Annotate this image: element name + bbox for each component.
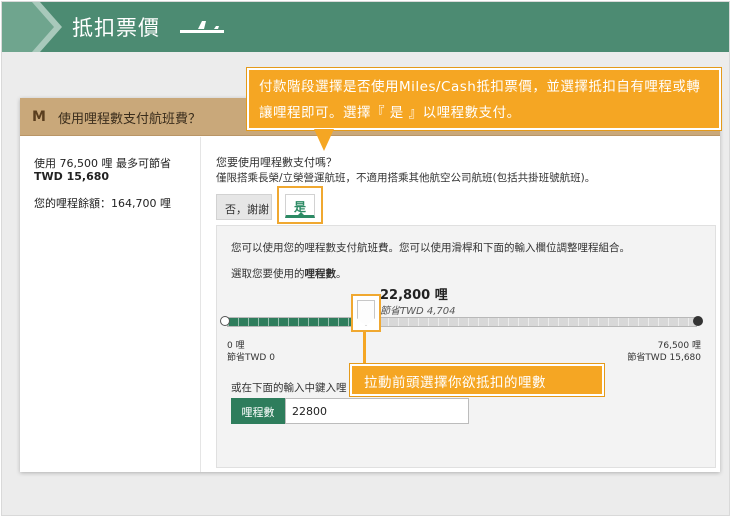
miles-balance-text: 您的哩程餘額：164,700 哩 <box>34 197 171 210</box>
card-header-title: 使用哩程數支付航班費？ <box>58 112 202 127</box>
slider-min-knob <box>220 316 230 326</box>
miles-input-tag: 哩程數 <box>231 398 285 424</box>
callout-payment-option: 付款階段選擇是否使用Miles/Cash抵扣票價，並選擇抵扣自有哩程或轉讓哩程即… <box>247 68 721 130</box>
slider-ticks <box>228 318 696 326</box>
panel-select-text: 選取您要使用的哩程數。 <box>231 268 347 280</box>
page-banner: 抵扣票價 <box>2 2 729 52</box>
tab-yes-highlight: 是 <box>277 186 323 224</box>
tab-no-thanks[interactable]: 否，謝謝 <box>216 194 272 220</box>
question-note: 僅限搭乘長榮/立榮營運航班，不適用搭乘其他航空公司航班(包括共掛班號航班)。 <box>216 172 596 184</box>
miles-slider-handle[interactable] <box>357 300 375 326</box>
selected-savings: 節省TWD 4,704 <box>380 306 456 317</box>
tab-yes[interactable]: 是 <box>285 194 315 218</box>
miles-input[interactable] <box>285 398 469 424</box>
max-usage-text: 使用 76,500 哩 最多可節省 <box>34 157 171 170</box>
panel-instruction: 您可以使用您的哩程數支付航班費。您可以使用滑桿和下面的輸入欄位調整哩程組合。 <box>231 242 630 254</box>
slider-handle-highlight <box>351 294 381 332</box>
selected-miles: 22,800 哩 <box>380 288 448 303</box>
miles-selection-panel: 您可以使用您的哩程數支付航班費。您可以使用滑桿和下面的輸入欄位調整哩程組合。 選… <box>216 225 716 468</box>
callout-slider-tip: 拉動前頭選擇你欲抵扣的哩數 <box>350 364 604 396</box>
miles-slider-track[interactable] <box>227 317 697 327</box>
max-savings-text: TWD 15,680 <box>34 170 110 183</box>
question-text: 您要使用哩程數支付嗎？ <box>216 156 337 169</box>
callout-slider-line <box>363 332 366 364</box>
slider-max-savings: 節省TWD 15,680 <box>627 353 701 363</box>
slider-max-knob <box>693 316 703 326</box>
tab-selected-indicator-icon <box>296 212 306 217</box>
banner-chevron-icon <box>2 2 62 52</box>
slider-min-savings: 節省TWD 0 <box>227 353 275 363</box>
airplane-takeoff-icon <box>180 21 224 33</box>
banner-title: 抵扣票價 <box>72 16 160 40</box>
column-divider <box>200 137 201 472</box>
callout-pointer-icon <box>314 129 334 151</box>
miles-logo-icon: M <box>32 109 46 125</box>
miles-summary: 使用 76,500 哩 最多可節省 TWD 15,680 您的哩程餘額：164,… <box>20 137 200 472</box>
input-label: 或在下面的輸入中鍵入哩 <box>231 382 347 394</box>
miles-payment-card: M 使用哩程數支付航班費？ 使用 76,500 哩 最多可節省 TWD 15,6… <box>20 98 720 472</box>
screenshot-frame: 抵扣票價 M 使用哩程數支付航班費？ 使用 76,500 哩 最多可節省 TWD… <box>1 1 730 516</box>
